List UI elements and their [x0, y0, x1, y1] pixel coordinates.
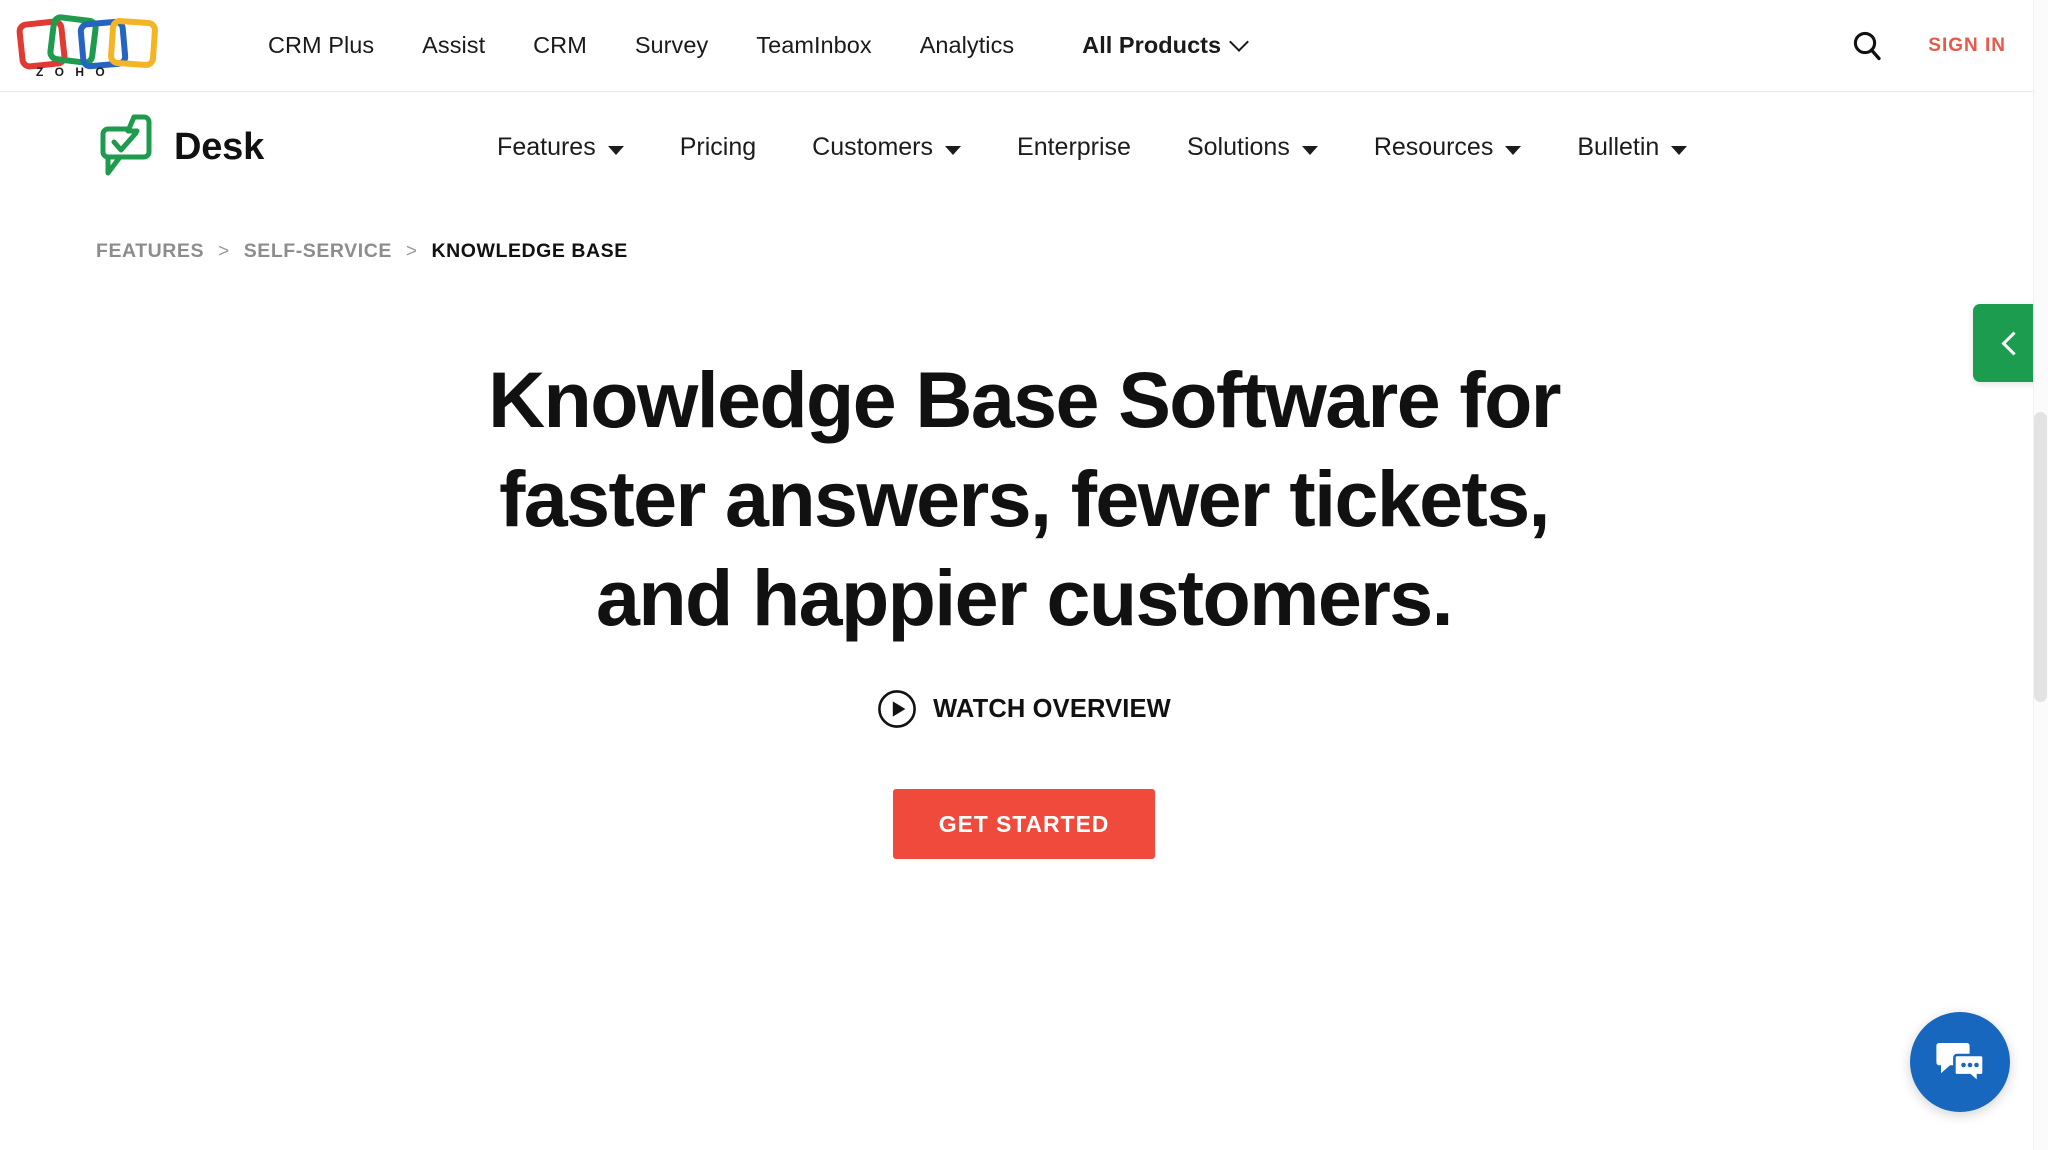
breadcrumb: FEATURES > SELF-SERVICE > KNOWLEDGE BASE [0, 202, 2048, 263]
top-nav-item-crm-plus[interactable]: CRM Plus [244, 22, 398, 69]
desk-nav-label: Features [497, 132, 596, 161]
desk-nav-bar: Desk Features Pricing Customers Enterpri… [0, 92, 2048, 202]
desk-nav-item-enterprise[interactable]: Enterprise [989, 121, 1159, 174]
chevron-down-icon [1671, 145, 1688, 155]
get-started-button[interactable]: GET STARTED [892, 789, 1156, 859]
chevron-down-icon [945, 145, 962, 155]
chevron-down-icon [1505, 145, 1522, 155]
below-fold-peek [0, 1140, 2048, 1150]
desk-logo-icon [100, 114, 152, 176]
desk-nav-label: Customers [812, 132, 934, 161]
desk-nav-item-solutions[interactable]: Solutions [1159, 121, 1346, 174]
breadcrumb-separator: > [405, 240, 418, 262]
top-nav-item-teaminbox[interactable]: TeamInbox [732, 22, 895, 69]
top-nav-item-survey[interactable]: Survey [611, 22, 732, 69]
watch-overview-button[interactable]: WATCH OVERVIEW [0, 689, 2048, 729]
breadcrumb-item-knowledge-base: KNOWLEDGE BASE [431, 240, 628, 262]
desk-brand-label: Desk [174, 125, 265, 168]
desk-nav-label: Solutions [1186, 132, 1290, 161]
page-root: Z O H O CRM Plus Assist CRM Survey TeamI… [0, 0, 2048, 1150]
hero-section: Knowledge Base Software for faster answe… [0, 263, 2048, 859]
page-title-line-2: faster answers, fewer tickets, [499, 454, 1550, 543]
cta-container: GET STARTED [0, 789, 2048, 859]
desk-nav-label: Bulletin [1577, 132, 1660, 161]
chat-bubbles-icon [1936, 1043, 1985, 1086]
chevron-down-icon [1229, 31, 1250, 52]
top-nav-item-crm[interactable]: CRM [509, 22, 611, 69]
breadcrumb-item-features[interactable]: FEATURES [96, 240, 204, 263]
breadcrumb-separator: > [218, 240, 230, 262]
play-circle-icon [878, 690, 917, 728]
sign-in-link[interactable]: SIGN IN [1898, 25, 2026, 67]
page-title-line-3: and happier customers. [596, 553, 1454, 642]
watch-overview-label: WATCH OVERVIEW [933, 694, 1171, 723]
top-product-bar: Z O H O CRM Plus Assist CRM Survey TeamI… [0, 0, 2048, 92]
top-nav-item-analytics[interactable]: Analytics [896, 22, 1038, 69]
zoho-logo[interactable]: Z O H O [14, 13, 192, 79]
all-products-label: All Products [1082, 32, 1222, 58]
desk-nav-item-bulletin[interactable]: Bulletin [1549, 121, 1715, 174]
top-bar-actions: SIGN IN [1836, 15, 2026, 77]
chevron-left-icon [2001, 330, 2026, 356]
search-icon[interactable] [1836, 15, 1898, 77]
desk-nav-item-customers[interactable]: Customers [784, 121, 989, 174]
page-scrollbar-track[interactable] [2033, 0, 2048, 1150]
chevron-down-icon [1301, 145, 1318, 155]
desk-nav-label: Pricing [679, 132, 757, 161]
top-nav-item-assist[interactable]: Assist [398, 22, 509, 69]
desk-nav: Features Pricing Customers Enterprise So… [469, 121, 1715, 174]
chat-widget-button[interactable] [1910, 1012, 2010, 1112]
page-title-line-1: Knowledge Base Software for [488, 355, 1561, 444]
top-nav: CRM Plus Assist CRM Survey TeamInbox Ana… [244, 22, 1836, 69]
page-scrollbar-thumb[interactable] [2034, 412, 2047, 702]
top-nav-item-all-products[interactable]: All Products [1058, 22, 1270, 69]
breadcrumb-item-self-service[interactable]: SELF-SERVICE [244, 240, 392, 263]
desk-brand[interactable]: Desk [100, 111, 264, 183]
desk-nav-item-pricing[interactable]: Pricing [652, 121, 784, 174]
page-title: Knowledge Base Software for faster answe… [399, 360, 1649, 637]
desk-nav-item-features[interactable]: Features [469, 121, 652, 174]
chevron-down-icon [607, 145, 624, 155]
desk-nav-label: Resources [1373, 132, 1494, 161]
desk-nav-item-resources[interactable]: Resources [1346, 121, 1550, 174]
svg-text:Z O H O: Z O H O [36, 65, 109, 79]
desk-nav-label: Enterprise [1017, 132, 1131, 161]
